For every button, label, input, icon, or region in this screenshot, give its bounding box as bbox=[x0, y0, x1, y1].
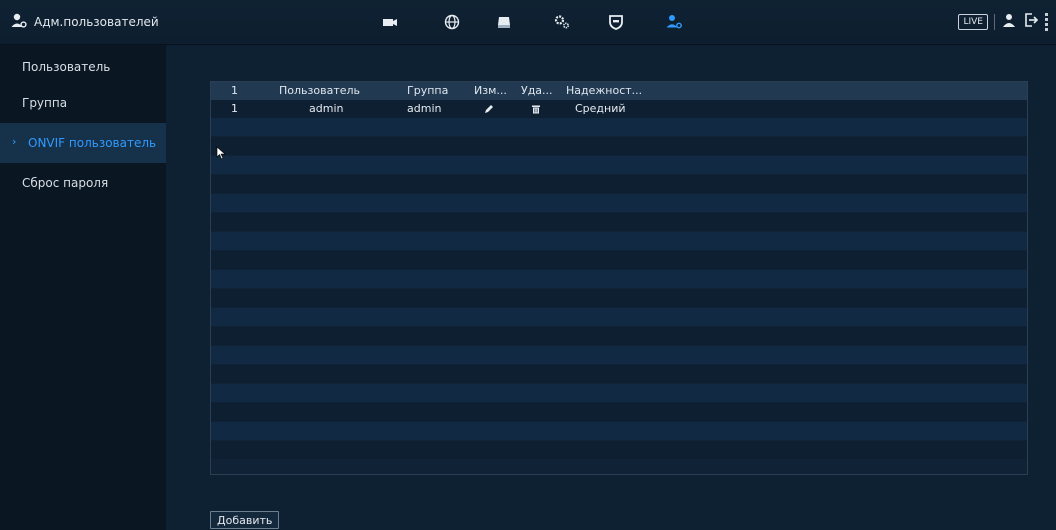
onvif-user-table: 1 Пользователь Группа Изм... Уда... Наде… bbox=[210, 81, 1028, 475]
row-index: 1 bbox=[231, 102, 238, 115]
logout-icon[interactable] bbox=[1023, 12, 1039, 32]
sidebar-item-label: ONVIF пользователь bbox=[28, 136, 157, 150]
table-row bbox=[211, 137, 1027, 155]
mouse-cursor-icon bbox=[216, 146, 226, 160]
col-header-strength[interactable]: Надежност... bbox=[566, 82, 642, 100]
app-title: Адм.пользователей bbox=[10, 12, 159, 32]
security-shield-icon[interactable] bbox=[606, 12, 626, 32]
sidebar-item-password-reset[interactable]: Сброс пароля bbox=[0, 163, 166, 203]
page-title: Адм.пользователей bbox=[34, 15, 159, 29]
network-globe-icon[interactable] bbox=[442, 12, 462, 32]
divider bbox=[994, 14, 995, 30]
table-row bbox=[211, 308, 1027, 326]
table-row bbox=[211, 194, 1027, 212]
add-button[interactable]: Добавить bbox=[210, 511, 280, 529]
sidebar-item-label: Сброс пароля bbox=[22, 176, 109, 190]
table-row bbox=[211, 403, 1027, 421]
table-row bbox=[211, 251, 1027, 269]
pencil-icon[interactable] bbox=[484, 100, 494, 118]
table-row bbox=[211, 441, 1027, 459]
top-right-tools: LIVE bbox=[958, 12, 1048, 32]
storage-icon[interactable] bbox=[494, 12, 514, 32]
table-row bbox=[211, 365, 1027, 383]
user-admin-icon bbox=[10, 12, 28, 33]
table-header: 1 Пользователь Группа Изм... Уда... Наде… bbox=[211, 82, 1027, 100]
user-icon[interactable] bbox=[1001, 12, 1017, 32]
col-header-user[interactable]: Пользователь bbox=[279, 82, 360, 100]
table-row bbox=[211, 118, 1027, 136]
table-row bbox=[211, 175, 1027, 193]
camera-icon[interactable] bbox=[380, 12, 400, 32]
trash-icon[interactable] bbox=[531, 100, 541, 118]
col-header-edit[interactable]: Изм... bbox=[474, 82, 507, 100]
row-strength: Средний bbox=[575, 102, 626, 115]
table-row bbox=[211, 384, 1027, 402]
top-bar: Адм.пользователей LIVE bbox=[0, 0, 1056, 45]
table-row bbox=[211, 289, 1027, 307]
system-settings-icon[interactable] bbox=[552, 12, 572, 32]
table-row bbox=[211, 270, 1027, 288]
main-panel: 1 Пользователь Группа Изм... Уда... Наде… bbox=[166, 45, 1056, 530]
row-user: admin bbox=[309, 102, 344, 115]
col-header-delete[interactable]: Уда... bbox=[521, 82, 553, 100]
sidebar-item-label: Пользователь bbox=[22, 60, 111, 74]
live-button[interactable]: LIVE bbox=[958, 14, 988, 30]
table-row bbox=[211, 232, 1027, 250]
sidebar-item-user[interactable]: Пользователь bbox=[0, 47, 166, 87]
user-admin-icon[interactable] bbox=[664, 12, 684, 32]
more-icon[interactable] bbox=[1045, 13, 1048, 31]
sidebar-item-onvif-user[interactable]: › ONVIF пользователь bbox=[0, 123, 166, 163]
sidebar: Пользователь Группа › ONVIF пользователь… bbox=[0, 45, 166, 530]
table-row bbox=[211, 346, 1027, 364]
table-body: 1 admin admin Средний bbox=[211, 100, 1027, 474]
sidebar-item-label: Группа bbox=[22, 96, 68, 110]
row-group: admin bbox=[407, 102, 442, 115]
table-row bbox=[211, 422, 1027, 440]
table-row bbox=[211, 327, 1027, 345]
sidebar-item-group[interactable]: Группа bbox=[0, 83, 166, 123]
table-row bbox=[211, 156, 1027, 174]
col-header-group[interactable]: Группа bbox=[407, 82, 448, 100]
col-header-index[interactable]: 1 bbox=[231, 82, 238, 100]
chevron-right-icon: › bbox=[12, 135, 17, 148]
table-row[interactable]: 1 admin admin Средний bbox=[211, 100, 1027, 118]
table-row bbox=[211, 213, 1027, 231]
